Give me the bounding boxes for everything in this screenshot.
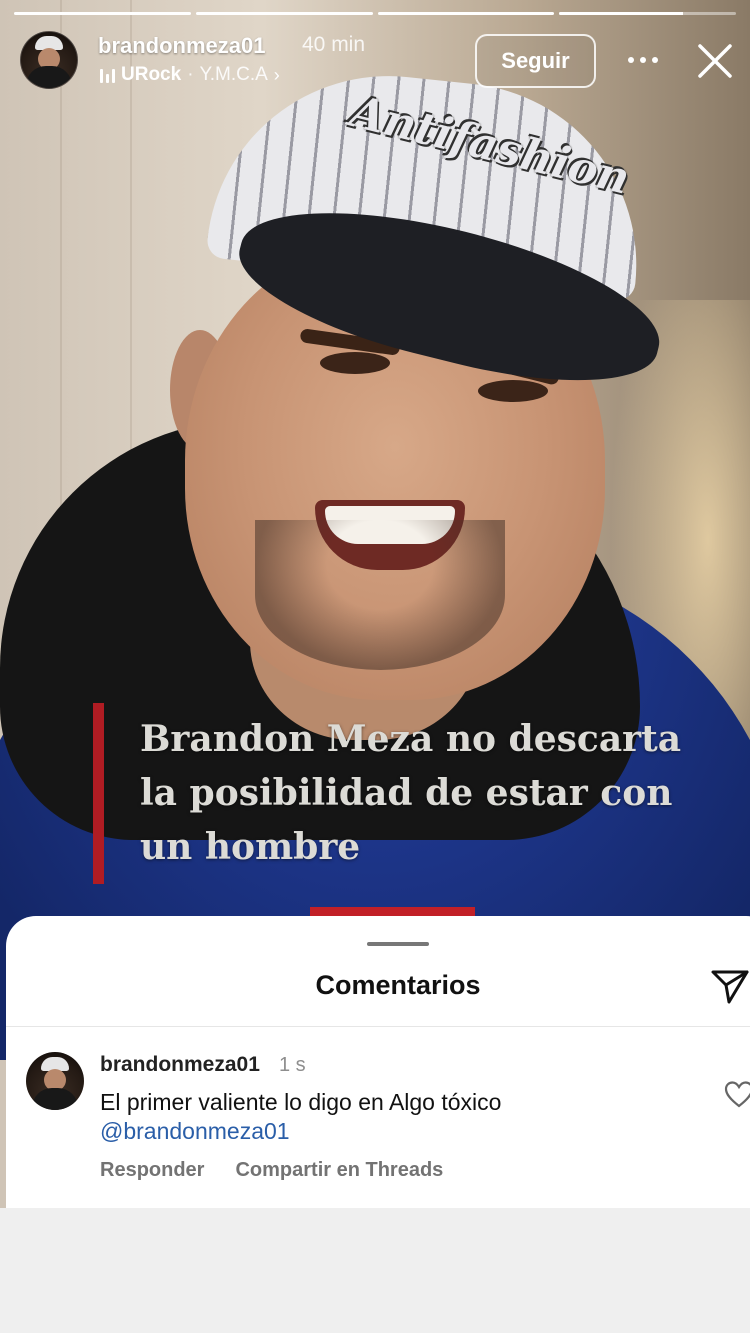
progress-segment	[195, 12, 373, 15]
comment-avatar[interactable]	[26, 1052, 84, 1110]
progress-segment	[14, 12, 191, 15]
photo-beard	[255, 520, 505, 670]
share-threads-button[interactable]: Compartir en Threads	[235, 1159, 443, 1182]
send-icon[interactable]	[710, 966, 750, 1006]
story-progress	[14, 12, 736, 16]
photo-eye	[478, 380, 548, 402]
chevron-right-icon: ›	[273, 64, 280, 85]
avatar-body	[32, 1088, 78, 1110]
music-bars-icon	[100, 67, 115, 83]
music-separator: ·	[187, 64, 194, 85]
avatar-body	[26, 66, 72, 88]
progress-fill	[195, 12, 373, 15]
comment-time: 1 s	[279, 1054, 306, 1076]
progress-fill	[14, 12, 191, 15]
comment-mention-link[interactable]: @brandonmeza01	[100, 1116, 290, 1146]
caption-accent-bar	[93, 703, 104, 884]
comment-actions: Responder Compartir en Threads	[100, 1159, 443, 1182]
progress-fill	[559, 12, 683, 15]
music-song: Y.M.C.A	[199, 64, 268, 85]
progress-segment	[377, 12, 555, 15]
music-artist: URock	[121, 64, 182, 85]
comments-title: Comentarios	[315, 970, 481, 1000]
comment-username[interactable]: brandonmeza01	[100, 1053, 260, 1077]
music-sticker[interactable]: URock · Y.M.C.A ›	[100, 64, 280, 86]
close-icon[interactable]	[696, 42, 734, 80]
story-time: 40 min	[302, 33, 366, 56]
photo-eye	[320, 352, 390, 374]
more-horizontal-icon[interactable]	[628, 52, 664, 68]
progress-segment	[559, 12, 736, 15]
divider	[6, 1026, 750, 1027]
reply-button[interactable]: Responder	[100, 1159, 204, 1182]
sheet-grabber[interactable]	[367, 942, 429, 946]
story-caption: Brandon Meza no descarta la posibilidad …	[140, 718, 682, 868]
comment-text: El primer valiente lo digo en Algo tóxic…	[100, 1089, 502, 1115]
heart-icon[interactable]	[724, 1080, 750, 1110]
keyboard-area	[0, 1208, 750, 1333]
story-avatar[interactable]	[20, 31, 78, 89]
progress-fill	[377, 12, 555, 15]
follow-button[interactable]: Seguir	[475, 34, 596, 88]
story-username[interactable]: brandonmeza01	[98, 33, 266, 59]
